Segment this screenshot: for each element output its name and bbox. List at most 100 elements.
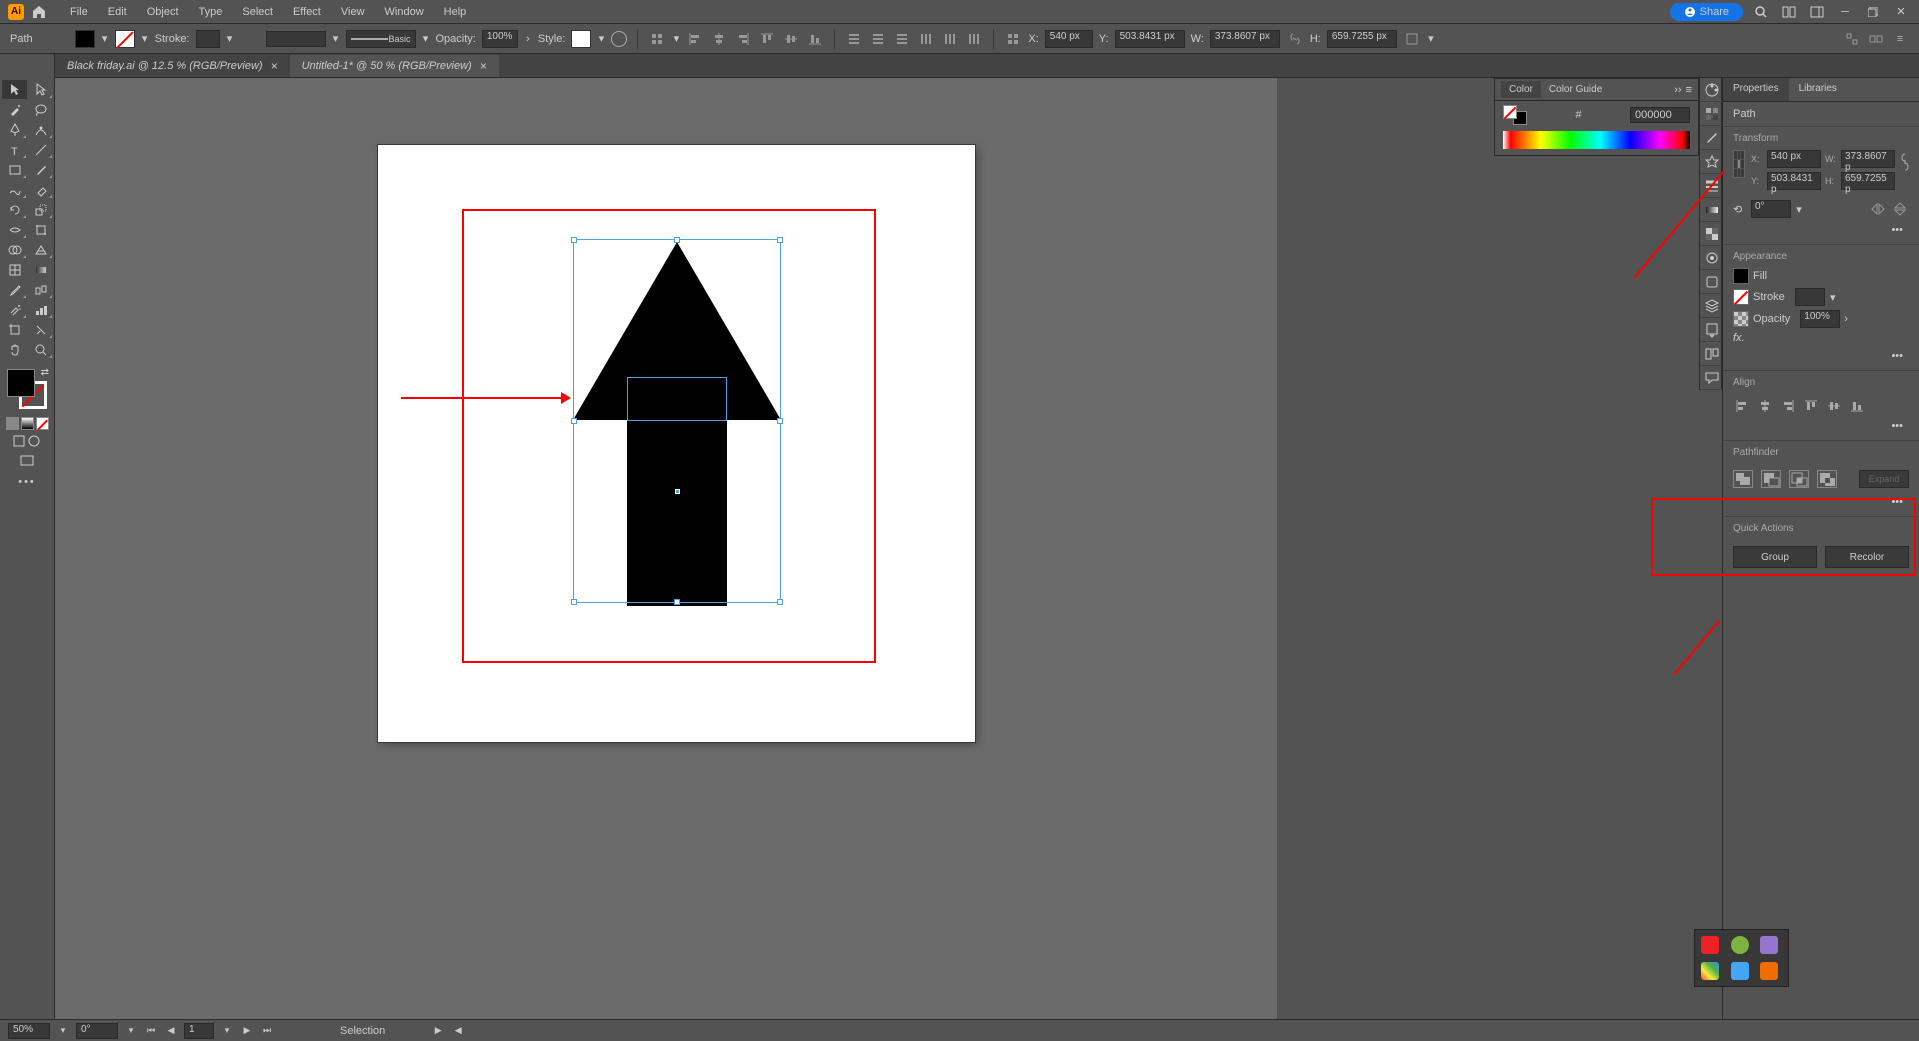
panel-menu-icon[interactable]: ≡ bbox=[1891, 30, 1909, 48]
document-tab[interactable]: Black friday.ai @ 12.5 % (RGB/Preview) × bbox=[55, 55, 290, 77]
w-input[interactable]: 373.8607 px bbox=[1210, 30, 1280, 48]
color-tab[interactable]: Color bbox=[1501, 81, 1541, 98]
prop-w-input[interactable]: 373.8607 p bbox=[1841, 150, 1895, 168]
opacity-slider-icon[interactable]: › bbox=[524, 32, 532, 46]
fill-swatch[interactable] bbox=[75, 30, 95, 48]
flip-horizontal-icon[interactable] bbox=[1869, 200, 1887, 218]
opacity-swatch[interactable] bbox=[1733, 311, 1749, 327]
brush-definition[interactable]: Basic bbox=[346, 30, 416, 48]
fx-label[interactable]: fx. bbox=[1733, 332, 1745, 344]
share-button[interactable]: Share bbox=[1670, 3, 1743, 21]
workspace-icon[interactable] bbox=[1807, 2, 1827, 22]
align-bottom-icon[interactable] bbox=[1848, 398, 1866, 414]
stroke-weight-input[interactable] bbox=[196, 30, 220, 48]
stroke-wt-dropdown[interactable]: ▾ bbox=[1829, 290, 1837, 304]
layers-icon[interactable] bbox=[1700, 294, 1723, 318]
stroke-swatch[interactable] bbox=[115, 30, 135, 48]
menu-object[interactable]: Object bbox=[137, 2, 189, 22]
more-options-icon[interactable]: ••• bbox=[1733, 222, 1909, 238]
home-icon[interactable] bbox=[30, 3, 48, 21]
link-wh-icon[interactable] bbox=[1901, 150, 1909, 174]
rotation-dropdown[interactable]: ▾ bbox=[124, 1024, 138, 1038]
style-dropdown[interactable]: ▾ bbox=[597, 32, 605, 46]
menu-type[interactable]: Type bbox=[189, 2, 233, 22]
fill-color-swatch[interactable] bbox=[1733, 268, 1749, 284]
align-left-icon[interactable] bbox=[686, 30, 704, 48]
dist-vcenter-icon[interactable] bbox=[869, 30, 887, 48]
menu-effect[interactable]: Effect bbox=[283, 2, 331, 22]
gradient-panel-icon[interactable] bbox=[1700, 198, 1723, 222]
align-to-icon[interactable] bbox=[648, 30, 666, 48]
collapse-icon[interactable]: ›› bbox=[1674, 84, 1681, 96]
link-wh-icon[interactable] bbox=[1286, 30, 1304, 48]
app-icon[interactable] bbox=[1760, 962, 1778, 980]
symbols-icon[interactable] bbox=[1700, 150, 1723, 174]
rotate-input[interactable]: 0° bbox=[1751, 200, 1791, 218]
first-artboard-icon[interactable]: ⏮ bbox=[144, 1024, 158, 1038]
pathfinder-intersect-icon[interactable] bbox=[1789, 470, 1809, 488]
more-options-icon[interactable]: ••• bbox=[1733, 348, 1909, 364]
artboard-input[interactable]: 1 bbox=[184, 1023, 214, 1039]
brush-dropdown[interactable]: ▾ bbox=[422, 32, 430, 46]
artboards-icon[interactable] bbox=[1700, 342, 1723, 366]
comments-icon[interactable] bbox=[1700, 366, 1723, 390]
transform-panel-icon[interactable] bbox=[1004, 30, 1022, 48]
transparency-icon[interactable] bbox=[1700, 222, 1723, 246]
search-icon[interactable] bbox=[1751, 2, 1771, 22]
graphic-style[interactable] bbox=[571, 30, 591, 48]
properties-tab[interactable]: Properties bbox=[1723, 78, 1789, 101]
next-artboard-icon[interactable]: ▶ bbox=[240, 1024, 254, 1038]
play-icon[interactable]: ▶ bbox=[431, 1024, 445, 1038]
rotate-dropdown[interactable]: ▾ bbox=[1795, 202, 1803, 216]
h-input[interactable]: 659.7255 px bbox=[1327, 30, 1397, 48]
pathfinder-unite-icon[interactable] bbox=[1733, 470, 1753, 488]
pathfinder-exclude-icon[interactable] bbox=[1817, 470, 1837, 488]
color-themes-icon[interactable] bbox=[1700, 78, 1723, 102]
app-icon[interactable] bbox=[1731, 962, 1749, 980]
menu-file[interactable]: File bbox=[60, 2, 98, 22]
menu-window[interactable]: Window bbox=[375, 2, 434, 22]
align-vcenter-icon[interactable] bbox=[1825, 398, 1843, 414]
color-spectrum[interactable] bbox=[1503, 131, 1690, 149]
fill-dropdown[interactable]: ▾ bbox=[101, 32, 109, 46]
app-icon[interactable] bbox=[1701, 936, 1719, 954]
y-input[interactable]: 503.8431 px bbox=[1115, 30, 1185, 48]
app-icon[interactable] bbox=[1731, 936, 1749, 954]
menu-view[interactable]: View bbox=[331, 2, 375, 22]
pathfinder-minus-front-icon[interactable] bbox=[1761, 470, 1781, 488]
tab-close-icon[interactable]: × bbox=[271, 59, 278, 73]
align-top-icon[interactable] bbox=[1802, 398, 1820, 414]
menu-select[interactable]: Select bbox=[232, 2, 283, 22]
shape-props-dropdown[interactable]: ▾ bbox=[1427, 32, 1435, 46]
align-right-icon[interactable] bbox=[1779, 398, 1797, 414]
edit-similar-icon[interactable] bbox=[1867, 30, 1885, 48]
rotation-input[interactable]: 0° bbox=[76, 1023, 118, 1039]
stroke-color-swatch[interactable] bbox=[1733, 289, 1749, 305]
hex-input[interactable]: 000000 bbox=[1630, 107, 1690, 123]
align-to-dropdown[interactable]: ▾ bbox=[672, 32, 680, 46]
app-icon[interactable] bbox=[1701, 962, 1719, 980]
swatches-icon[interactable] bbox=[1700, 102, 1723, 126]
minimize-icon[interactable]: ─ bbox=[1835, 2, 1855, 22]
canvas[interactable] bbox=[55, 78, 1277, 1019]
shape-props-icon[interactable] bbox=[1403, 30, 1421, 48]
dist-bottom-icon[interactable] bbox=[893, 30, 911, 48]
flip-vertical-icon[interactable] bbox=[1891, 200, 1909, 218]
more-options-icon[interactable]: ••• bbox=[1733, 418, 1909, 434]
color-fill-stroke-mini[interactable] bbox=[1503, 105, 1527, 125]
x-input[interactable]: 540 px bbox=[1045, 30, 1093, 48]
variable-width-profile[interactable] bbox=[266, 31, 326, 47]
prev-artboard-icon[interactable]: ◀ bbox=[164, 1024, 178, 1038]
color-guide-tab[interactable]: Color Guide bbox=[1541, 81, 1610, 98]
stroke-swatch-dropdown[interactable]: ▾ bbox=[141, 32, 149, 46]
graphic-styles-icon[interactable] bbox=[1700, 270, 1723, 294]
opacity-input[interactable]: 100% bbox=[482, 30, 518, 48]
align-vcenter-icon[interactable] bbox=[782, 30, 800, 48]
document-tab[interactable]: Untitled-1* @ 50 % (RGB/Preview) × bbox=[290, 55, 499, 77]
vwp-dropdown[interactable]: ▾ bbox=[332, 32, 340, 46]
menu-help[interactable]: Help bbox=[434, 2, 477, 22]
stroke-weight-input[interactable] bbox=[1795, 288, 1825, 306]
artboard-dropdown[interactable]: ▾ bbox=[220, 1024, 234, 1038]
align-hcenter-icon[interactable] bbox=[1756, 398, 1774, 414]
reference-point-grid[interactable] bbox=[1733, 150, 1745, 178]
